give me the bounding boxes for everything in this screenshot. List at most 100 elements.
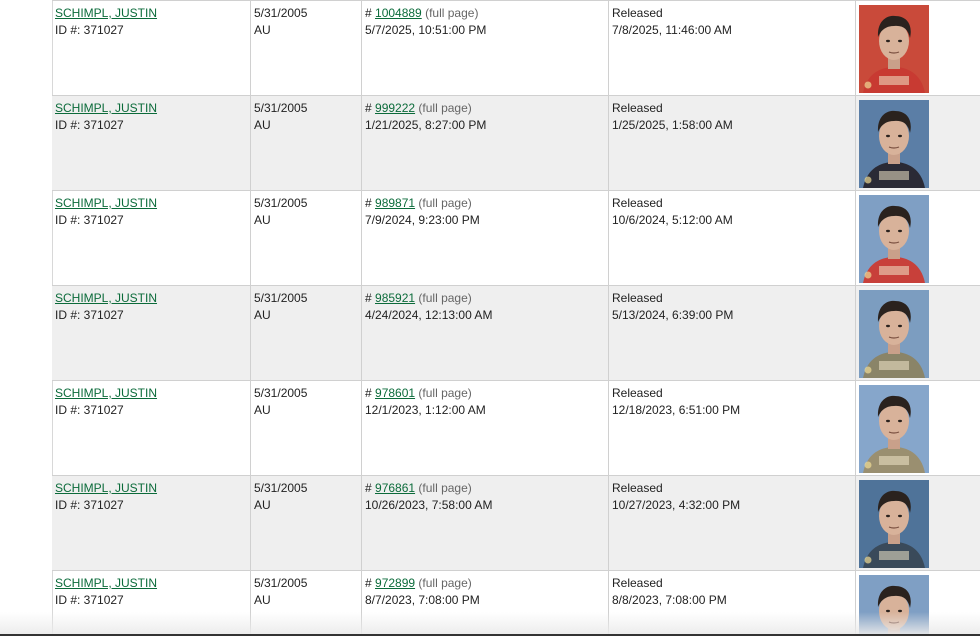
release-status: Released (612, 291, 663, 305)
booking-number-link[interactable]: 1004889 (375, 6, 422, 20)
booking-date: 7/9/2024, 9:23:00 PM (365, 213, 480, 227)
release-date: 10/27/2023, 4:32:00 PM (612, 498, 741, 512)
inmate-name-link[interactable]: SCHIMPL, JUSTIN (55, 481, 157, 495)
release-date: 8/8/2023, 7:08:00 PM (612, 593, 727, 607)
mugshot-image[interactable] (859, 195, 929, 283)
mugshot-image[interactable] (859, 100, 929, 188)
booking-number-link[interactable]: 999222 (375, 101, 415, 115)
inmate-name-link[interactable]: SCHIMPL, JUSTIN (55, 6, 157, 20)
full-page-label: (full page) (418, 101, 472, 115)
dob-cell: 5/31/2005 AU (250, 0, 362, 96)
booking-number-link[interactable]: 989871 (375, 196, 415, 210)
status-cell: Released 5/13/2024, 6:39:00 PM (608, 285, 856, 381)
status-cell: Released 1/25/2025, 1:58:00 AM (608, 95, 856, 191)
photo-cell (855, 190, 980, 286)
full-page-label: (full page) (418, 481, 472, 495)
inmate-name-link[interactable]: SCHIMPL, JUSTIN (55, 576, 157, 590)
race-sex: AU (254, 23, 271, 37)
mugshot-image[interactable] (859, 385, 929, 473)
booking-date: 12/1/2023, 1:12:00 AM (365, 403, 486, 417)
inmate-id: ID #: 371027 (55, 593, 124, 607)
booking-date: 4/24/2024, 12:13:00 AM (365, 308, 493, 322)
photo-cell (855, 95, 980, 191)
inmate-id: ID #: 371027 (55, 23, 124, 37)
booking-number-link[interactable]: 972899 (375, 576, 415, 590)
name-cell: SCHIMPL, JUSTIN ID #: 371027 (52, 95, 251, 191)
table-row: SCHIMPL, JUSTIN ID #: 371027 5/31/2005 A… (52, 285, 980, 381)
photo-cell (855, 475, 980, 571)
name-cell: SCHIMPL, JUSTIN ID #: 371027 (52, 285, 251, 381)
booking-cell: # 976861 (full page) 10/26/2023, 7:58:00… (361, 475, 609, 571)
photo-cell (855, 380, 980, 476)
release-status: Released (612, 481, 663, 495)
race-sex: AU (254, 593, 271, 607)
table-row: SCHIMPL, JUSTIN ID #: 371027 5/31/2005 A… (52, 0, 980, 96)
status-cell: Released 7/8/2025, 11:46:00 AM (608, 0, 856, 96)
booking-cell: # 999222 (full page) 1/21/2025, 8:27:00 … (361, 95, 609, 191)
booking-cell: # 989871 (full page) 7/9/2024, 9:23:00 P… (361, 190, 609, 286)
table-row: SCHIMPL, JUSTIN ID #: 371027 5/31/2005 A… (52, 380, 980, 476)
booking-date: 10/26/2023, 7:58:00 AM (365, 498, 493, 512)
dob-cell: 5/31/2005 AU (250, 285, 362, 381)
status-cell: Released 12/18/2023, 6:51:00 PM (608, 380, 856, 476)
booking-number-link[interactable]: 985921 (375, 291, 415, 305)
inmate-id: ID #: 371027 (55, 308, 124, 322)
inmate-name-link[interactable]: SCHIMPL, JUSTIN (55, 196, 157, 210)
release-status: Released (612, 101, 663, 115)
photo-cell (855, 285, 980, 381)
inmate-name-link[interactable]: SCHIMPL, JUSTIN (55, 386, 157, 400)
booking-cell: # 978601 (full page) 12/1/2023, 1:12:00 … (361, 380, 609, 476)
full-page-label: (full page) (425, 6, 479, 20)
mugshot-portrait-icon (859, 290, 929, 378)
table-row: SCHIMPL, JUSTIN ID #: 371027 5/31/2005 A… (52, 190, 980, 286)
inmate-id: ID #: 371027 (55, 118, 124, 132)
records-body: SCHIMPL, JUSTIN ID #: 371027 5/31/2005 A… (52, 0, 980, 636)
booking-prefix: # (365, 291, 376, 305)
full-page-label: (full page) (418, 576, 472, 590)
status-cell: Released 10/27/2023, 4:32:00 PM (608, 475, 856, 571)
name-cell: SCHIMPL, JUSTIN ID #: 371027 (52, 0, 251, 96)
inmate-name-link[interactable]: SCHIMPL, JUSTIN (55, 101, 157, 115)
mugshot-portrait-icon (859, 195, 929, 283)
dob-cell: 5/31/2005 AU (250, 190, 362, 286)
date-of-birth: 5/31/2005 (254, 576, 308, 590)
booking-prefix: # (365, 6, 376, 20)
mugshot-image[interactable] (859, 290, 929, 378)
release-date: 5/13/2024, 6:39:00 PM (612, 308, 734, 322)
left-gutter (0, 0, 53, 636)
mugshot-portrait-icon (859, 480, 929, 568)
booking-records-table: SCHIMPL, JUSTIN ID #: 371027 5/31/2005 A… (52, 0, 980, 636)
window-bottom-edge (0, 612, 980, 636)
mugshot-portrait-icon (859, 100, 929, 188)
table-row: SCHIMPL, JUSTIN ID #: 371027 5/31/2005 A… (52, 475, 980, 571)
date-of-birth: 5/31/2005 (254, 386, 308, 400)
name-cell: SCHIMPL, JUSTIN ID #: 371027 (52, 380, 251, 476)
full-page-label: (full page) (418, 196, 472, 210)
booking-prefix: # (365, 576, 376, 590)
inmate-id: ID #: 371027 (55, 498, 124, 512)
booking-prefix: # (365, 481, 376, 495)
date-of-birth: 5/31/2005 (254, 291, 308, 305)
mugshot-image[interactable] (859, 5, 929, 93)
booking-number-link[interactable]: 976861 (375, 481, 415, 495)
booking-prefix: # (365, 386, 376, 400)
release-status: Released (612, 6, 663, 20)
booking-number-link[interactable]: 978601 (375, 386, 415, 400)
release-status: Released (612, 386, 663, 400)
release-date: 10/6/2024, 5:12:00 AM (612, 213, 733, 227)
inmate-id: ID #: 371027 (55, 213, 124, 227)
booking-date: 8/7/2023, 7:08:00 PM (365, 593, 480, 607)
inmate-records-page: SCHIMPL, JUSTIN ID #: 371027 5/31/2005 A… (0, 0, 980, 636)
release-status: Released (612, 576, 663, 590)
release-date: 7/8/2025, 11:46:00 AM (612, 23, 732, 37)
race-sex: AU (254, 403, 271, 417)
table-row: SCHIMPL, JUSTIN ID #: 371027 5/31/2005 A… (52, 95, 980, 191)
mugshot-image[interactable] (859, 480, 929, 568)
full-page-label: (full page) (418, 291, 472, 305)
name-cell: SCHIMPL, JUSTIN ID #: 371027 (52, 190, 251, 286)
inmate-id: ID #: 371027 (55, 403, 124, 417)
date-of-birth: 5/31/2005 (254, 196, 308, 210)
inmate-name-link[interactable]: SCHIMPL, JUSTIN (55, 291, 157, 305)
booking-prefix: # (365, 101, 376, 115)
release-date: 1/25/2025, 1:58:00 AM (612, 118, 733, 132)
